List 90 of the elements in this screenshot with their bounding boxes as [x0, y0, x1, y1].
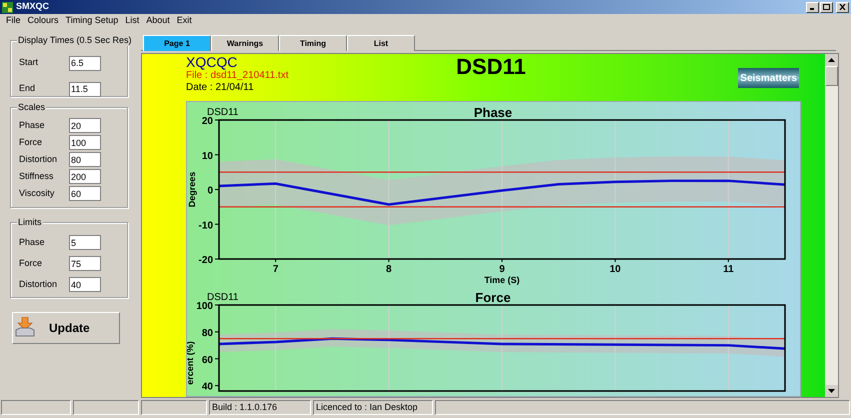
y-tick: 20 [202, 116, 220, 127]
x-tick-label: 8 [386, 264, 392, 275]
input-field[interactable]: 5 [69, 235, 101, 250]
x-tick-label: 7 [272, 264, 279, 275]
chart-caption: DSD11 [207, 107, 238, 118]
input-field[interactable]: 60 [69, 186, 101, 201]
y-tick-label: -10 [198, 220, 214, 232]
x-tick-label: 11 [723, 264, 734, 275]
input-field[interactable]: 11.5 [69, 82, 101, 96]
y-tick-label: 100 [196, 301, 214, 312]
x-tick: 10 [610, 258, 621, 275]
field-label: Phase [19, 236, 46, 249]
status-panel [73, 400, 139, 415]
input-field[interactable]: 75 [69, 256, 101, 271]
minimize-button[interactable] [806, 2, 819, 12]
tab[interactable]: Warnings [211, 35, 279, 51]
field-label: Force [19, 256, 44, 270]
chart-caption: DSD11 [207, 292, 238, 303]
y-tick-label: 40 [202, 382, 214, 393]
file-name: File : dsd11_210411.txt [186, 70, 290, 82]
status-panel [1, 400, 71, 415]
y-tick-label: -20 [198, 255, 214, 266]
scroll-up-icon [825, 54, 838, 66]
maximize-button[interactable] [820, 2, 833, 12]
status-panel [141, 400, 207, 415]
input-field[interactable]: 80 [69, 152, 101, 167]
scroll-down-icon [825, 385, 838, 397]
group-title: Limits [17, 216, 43, 228]
y-tick: 40 [202, 382, 220, 393]
field-label: Phase [19, 118, 46, 132]
menu-item[interactable]: Exit [176, 14, 192, 28]
maximize-icon [823, 4, 830, 10]
y-tick-label: 80 [202, 328, 214, 339]
y-axis-label: Degrees [187, 172, 197, 208]
menu-item[interactable]: Colours [28, 14, 59, 28]
menu-item[interactable]: List [125, 14, 140, 28]
field-label: Distortion [19, 152, 58, 166]
field-label: Force [19, 136, 44, 149]
tab[interactable]: List [347, 35, 415, 51]
company-logo: Seismatters [738, 68, 799, 88]
scroll-thumb[interactable] [825, 66, 838, 86]
group-title: Scales [17, 101, 46, 113]
status-panel: Build : 1.1.0.176 [209, 400, 311, 415]
y-tick: -10 [198, 220, 220, 232]
x-tick-label: 9 [499, 264, 506, 275]
x-tick-label: 10 [610, 264, 622, 275]
status-panel: Licenced to : Ian Desktop [313, 400, 433, 415]
menu-item[interactable]: Timing Setup [66, 14, 118, 28]
tab[interactable]: Timing [279, 35, 347, 51]
scrollbar[interactable] [825, 54, 838, 397]
report-date: Date : 21/04/11 [186, 82, 255, 94]
x-tick: 8 [386, 258, 392, 275]
x-axis-label: Time (S) [484, 275, 520, 285]
field-label: End [19, 82, 36, 96]
y-tick: 0 [207, 186, 220, 196]
x-tick: 7 [272, 258, 278, 275]
app-icon [2, 2, 13, 12]
y-tick: 10 [202, 150, 220, 162]
y-tick-label: 60 [202, 354, 214, 366]
y-tick-label: 20 [202, 116, 214, 127]
input-field[interactable]: 6.5 [69, 56, 101, 70]
report-heading: DSD11 [455, 54, 527, 81]
y-tick: 100 [196, 301, 220, 312]
field-label: Stiffness [19, 170, 54, 183]
window-title: SMXQC [16, 0, 50, 14]
y-tick-label: 0 [207, 186, 214, 196]
report-name: XQCQC [186, 55, 238, 70]
menu-item[interactable]: About [146, 14, 170, 28]
close-button[interactable] [836, 2, 849, 12]
input-field[interactable]: 20 [69, 118, 101, 133]
input-field[interactable]: 100 [69, 135, 101, 150]
chart-title: Force [475, 290, 511, 305]
menu-item[interactable]: File [6, 14, 21, 28]
y-tick-label: 10 [202, 150, 214, 162]
field-label: Viscosity [19, 186, 56, 200]
x-tick: 11 [723, 258, 734, 275]
field-label: Distortion [19, 278, 58, 291]
x-tick: 9 [499, 258, 505, 275]
y-tick: 60 [202, 354, 220, 366]
input-field[interactable]: 40 [69, 277, 101, 292]
chart-title: Phase [474, 105, 512, 120]
close-icon [839, 4, 846, 10]
group-title: Display Times (0.5 Sec Res) [17, 34, 133, 46]
update-button[interactable]: Update [12, 312, 120, 344]
printer-arrow-icon [15, 317, 35, 339]
y-tick: -20 [198, 255, 220, 266]
field-label: Start [19, 56, 40, 70]
input-field[interactable]: 200 [69, 169, 101, 184]
y-tick: 80 [202, 328, 220, 339]
tab[interactable]: Page 1 [143, 35, 211, 51]
